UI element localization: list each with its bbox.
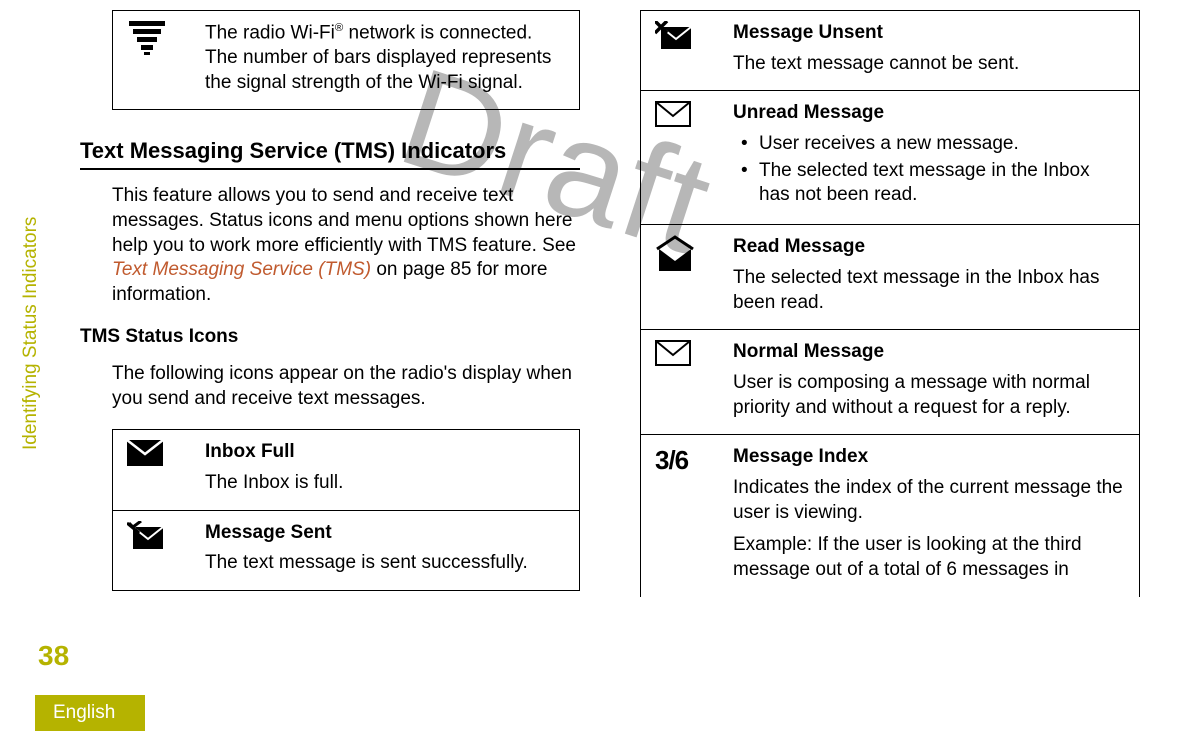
document-page: Draft Identifying Status Indicators 38 E… [0, 0, 1201, 751]
row-title: Inbox Full [205, 440, 565, 465]
message-sent-text: Message Sent The text message is sent su… [203, 511, 579, 590]
unread-message-text: Unread Message User receives a new messa… [731, 91, 1139, 224]
message-index-icon: 3/6 [641, 435, 731, 596]
normal-message-icon [641, 330, 731, 434]
section-label: Identifying Status Indicators [20, 217, 42, 450]
text-segment: This feature allows you to send and rece… [112, 185, 576, 255]
text-segment: The radio Wi-Fi [205, 22, 335, 43]
row-desc: The text message cannot be sent. [733, 52, 1125, 77]
page-number: 38 [38, 640, 69, 672]
list-item: The selected text message in the Inbox h… [733, 159, 1125, 208]
table-row: 3/6 Message Index Indicates the index of… [641, 434, 1139, 596]
table-row: Inbox Full The Inbox is full. [113, 430, 579, 509]
message-sent-icon [113, 511, 203, 590]
tms-link[interactable]: Text Messaging Service (TMS) [112, 259, 371, 280]
registered-mark: ® [335, 22, 343, 34]
normal-message-text: Normal Message User is composing a messa… [731, 330, 1139, 434]
table-row: Message Sent The text message is sent su… [113, 510, 579, 590]
table-row: Message Unsent The text message cannot b… [641, 11, 1139, 90]
wifi-desc: The radio Wi-Fi® network is connected. T… [203, 11, 579, 109]
inbox-full-icon [113, 430, 203, 509]
row-desc: The selected text message in the Inbox h… [733, 266, 1125, 315]
row-desc: The text message is sent successfully. [205, 551, 565, 576]
row-desc: The Inbox is full. [205, 471, 565, 496]
tms-status-icons-intro: The following icons appear on the radio'… [112, 362, 580, 411]
row-title: Message Sent [205, 521, 565, 546]
message-index-icon-text: 3/6 [655, 445, 688, 475]
row-desc: User is composing a message with normal … [733, 371, 1125, 420]
table-row: Unread Message User receives a new messa… [641, 90, 1139, 224]
tms-icons-table-right: Message Unsent The text message cannot b… [640, 10, 1140, 597]
message-unsent-icon [641, 11, 731, 90]
unread-message-icon [641, 91, 731, 224]
wifi-icon [113, 11, 203, 109]
message-index-text: Message Index Indicates the index of the… [731, 435, 1139, 596]
row-desc: Example: If the user is looking at the t… [733, 533, 1125, 582]
language-tab: English [35, 695, 145, 731]
page-sidebar: Identifying Status Indicators 38 English [20, 0, 80, 751]
tms-status-icons-heading: TMS Status Icons [80, 326, 580, 348]
tms-heading: Text Messaging Service (TMS) Indicators [80, 138, 580, 170]
row-title: Normal Message [733, 340, 1125, 365]
tms-icons-table-left: Inbox Full The Inbox is full. [112, 429, 580, 591]
table-row: Read Message The selected text message i… [641, 224, 1139, 329]
row-title: Unread Message [733, 101, 1125, 126]
list-item: User receives a new message. [733, 132, 1125, 157]
read-message-text: Read Message The selected text message i… [731, 225, 1139, 329]
row-title: Message Unsent [733, 21, 1125, 46]
row-title: Read Message [733, 235, 1125, 260]
read-message-icon [641, 225, 731, 329]
tms-intro: This feature allows you to send and rece… [112, 184, 580, 307]
right-column: Message Unsent The text message cannot b… [640, 10, 1140, 617]
table-row: The radio Wi-Fi® network is connected. T… [113, 11, 579, 109]
row-title: Message Index [733, 445, 1125, 470]
row-desc: Indicates the index of the current messa… [733, 476, 1125, 525]
left-column: The radio Wi-Fi® network is connected. T… [80, 10, 580, 617]
wifi-table: The radio Wi-Fi® network is connected. T… [112, 10, 580, 110]
table-row: Normal Message User is composing a messa… [641, 329, 1139, 434]
message-unsent-text: Message Unsent The text message cannot b… [731, 11, 1139, 90]
inbox-full-text: Inbox Full The Inbox is full. [203, 430, 579, 509]
